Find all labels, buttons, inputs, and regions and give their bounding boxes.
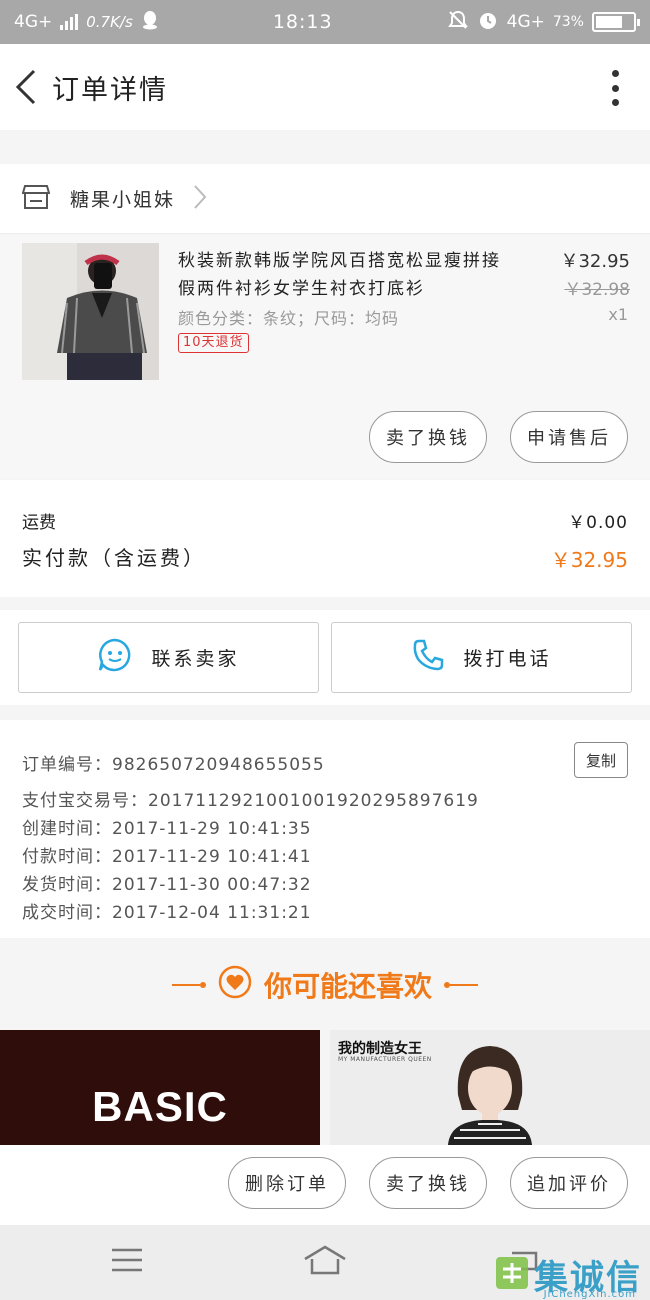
heart-icon xyxy=(218,965,252,1006)
chevron-right-icon xyxy=(193,184,207,214)
order-info: 订单编号：982650720948655055 复制 支付宝交易号：201711… xyxy=(0,720,650,938)
amount-paid-value: ￥32.95 xyxy=(550,548,628,572)
call-phone-label: 拨打电话 xyxy=(463,648,552,670)
mute-icon xyxy=(447,9,469,36)
order-totals: 运费 ￥0.00 实付款（含运费） ￥32.95 xyxy=(0,480,650,597)
sell-again-button[interactable]: 卖了换钱 xyxy=(369,411,487,463)
shop-row[interactable]: 糖果小姐妹 xyxy=(0,164,650,234)
qq-icon xyxy=(141,10,159,35)
amount-paid-label: 实付款（含运费） xyxy=(22,546,206,570)
divider-right xyxy=(444,982,478,988)
watermark-url: JiChengXin.com xyxy=(543,1289,636,1300)
signal-icon xyxy=(60,14,79,30)
battery-icon xyxy=(591,12,640,32)
recommend-card[interactable]: BASIC xyxy=(0,1030,320,1145)
sell-again-button[interactable]: 卖了换钱 xyxy=(369,1157,487,1209)
recommend-header: 你可能还喜欢 xyxy=(0,940,650,1030)
contact-seller-label: 联系卖家 xyxy=(151,648,240,670)
more-options-icon[interactable] xyxy=(610,70,620,106)
copy-button[interactable]: 复制 xyxy=(574,742,628,778)
recommend-title: 你可能还喜欢 xyxy=(263,970,432,1003)
shipped-time: 发货时间：2017-11-30 00:47:32 xyxy=(22,875,312,895)
shipping-fee-label: 运费 xyxy=(22,513,56,533)
chat-icon xyxy=(97,637,133,678)
call-phone-button[interactable]: 拨打电话 xyxy=(331,622,632,693)
home-icon[interactable] xyxy=(303,1245,347,1281)
return-policy-badge: 10天退货 xyxy=(178,333,249,353)
order-number: 订单编号：982650720948655055 xyxy=(22,755,325,775)
clock: 18:13 xyxy=(272,11,333,33)
bottom-actions: 删除订单 卖了换钱 追加评价 xyxy=(0,1145,650,1225)
created-time: 创建时间：2017-11-29 10:41:35 xyxy=(22,819,312,839)
product-spec: 颜色分类：条纹；尺码：均码 xyxy=(178,309,400,328)
battery-percent: 73% xyxy=(552,14,584,30)
product-image[interactable] xyxy=(22,243,159,380)
divider-left xyxy=(171,982,206,988)
shipping-fee-value: ￥0.00 xyxy=(568,513,628,533)
alarm-icon xyxy=(477,9,499,36)
product-quantity: x1 xyxy=(608,305,628,324)
add-review-button[interactable]: 追加评价 xyxy=(510,1157,628,1209)
contact-seller-button[interactable]: 联系卖家 xyxy=(18,622,319,693)
product-title[interactable]: 秋装新款韩版学院风百搭宽松显瘦拼接假两件衬衫女学生衬衣打底衫 xyxy=(178,247,508,303)
network-speed: 0.7K/s xyxy=(86,13,133,31)
phone-icon xyxy=(411,638,445,677)
product-price: ￥32.95 xyxy=(560,251,630,272)
completed-time: 成交时间：2017-12-04 11:31:21 xyxy=(22,903,312,923)
page-title: 订单详情 xyxy=(52,74,168,106)
model-photo xyxy=(448,1046,532,1145)
status-bar: 4G+ 0.7K/s 18:13 4G+ 73% xyxy=(0,0,650,44)
paid-time: 付款时间：2017-11-29 10:41:41 xyxy=(22,847,312,867)
network-type-right: 4G+ xyxy=(506,12,545,32)
product-original-price: ￥32.98 xyxy=(564,280,630,300)
recommend-card-title: 我的制造女王 xyxy=(338,1041,422,1057)
network-type-left: 4G+ xyxy=(14,12,53,32)
back-icon[interactable] xyxy=(6,67,46,107)
contact-section: 联系卖家 拨打电话 xyxy=(0,610,650,705)
alipay-trade-number: 支付宝交易号：2017112921001001920295897619 xyxy=(22,791,479,811)
shop-name: 糖果小姐妹 xyxy=(70,189,176,211)
recommend-card[interactable]: 我的制造女王 MY MANUFACTURER QUEEN xyxy=(330,1030,650,1145)
shop-icon xyxy=(21,184,51,214)
header: 订单详情 xyxy=(0,44,650,130)
after-sale-button[interactable]: 申请售后 xyxy=(510,411,628,463)
recommend-card-subtitle: MY MANUFACTURER QUEEN xyxy=(338,1056,432,1063)
delete-order-button[interactable]: 删除订单 xyxy=(228,1157,346,1209)
recommend-card-text: BASIC xyxy=(92,1083,228,1130)
product-item[interactable]: 秋装新款韩版学院风百搭宽松显瘦拼接假两件衬衫女学生衬衣打底衫 颜色分类：条纹；尺… xyxy=(0,235,650,478)
watermark-logo-icon xyxy=(494,1255,530,1295)
menu-icon[interactable] xyxy=(110,1245,144,1279)
